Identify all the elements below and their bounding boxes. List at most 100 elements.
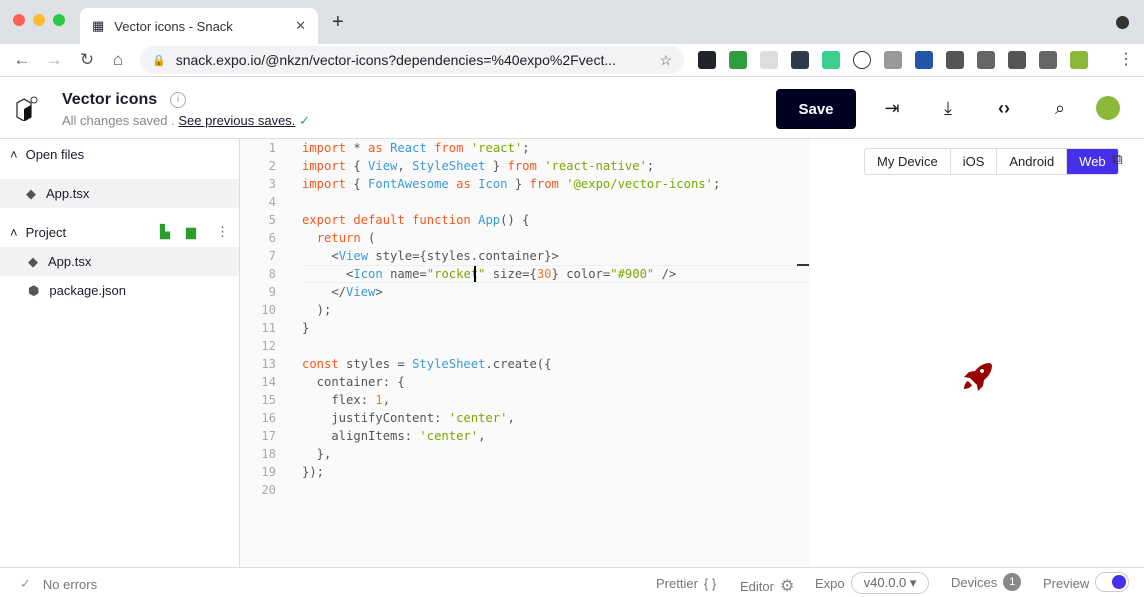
code-line: 1 import * as React from 'react'; <box>240 139 810 157</box>
code-token: } color= <box>551 267 611 281</box>
address-bar[interactable]: 🔒 snack.expo.io/@nkzn/vector-icons?depen… <box>140 46 684 74</box>
code-text: const styles = StyleSheet.create({ <box>302 355 551 373</box>
snack-logo-icon <box>16 96 38 121</box>
browser-tab[interactable]: ▦ Vector icons - Snack ✕ <box>80 8 318 44</box>
devices-button[interactable]: Devices 1 <box>951 573 1022 591</box>
save-button[interactable]: Save <box>776 89 856 129</box>
code-text: <View style={styles.container}> <box>302 247 558 265</box>
open-external-icon[interactable]: ⧉ <box>1112 151 1123 168</box>
code-token: 'center' <box>419 429 479 443</box>
url-text[interactable]: snack.expo.io/@nkzn/vector-icons?depende… <box>176 52 650 68</box>
notion-extension-icon[interactable] <box>822 51 840 69</box>
code-token: View <box>346 285 376 299</box>
a-ext-extension-icon[interactable] <box>853 51 871 69</box>
code-text: import { View, StyleSheet } from 'react-… <box>302 157 654 175</box>
line-number: 19 <box>261 465 276 479</box>
grammarly-extension-icon[interactable] <box>791 51 809 69</box>
code-token: , <box>382 393 391 407</box>
editor-settings-button[interactable]: Editor ⚙ <box>740 576 794 596</box>
extensions-extension-icon[interactable] <box>1008 51 1026 69</box>
forward-icon[interactable]: → <box>44 50 64 70</box>
profile-extension-icon[interactable] <box>1070 51 1088 69</box>
code-editor[interactable]: 1 import * as React from 'react'; 2 import … <box>240 139 810 567</box>
new-tab-icon[interactable]: + <box>332 11 344 34</box>
close-window-button[interactable] <box>13 14 25 26</box>
bookmark-star-icon[interactable]: ☆ <box>659 52 672 69</box>
circle-ext-extension-icon[interactable] <box>760 51 778 69</box>
line-number: 14 <box>261 375 276 389</box>
code-icon[interactable]: ‹› <box>992 98 1016 119</box>
code-token: }, <box>302 447 332 461</box>
code-token: "#900" <box>610 267 655 281</box>
search-icon[interactable]: ⌕ <box>1048 98 1072 119</box>
prettier-button[interactable]: Prettier { } <box>656 576 716 591</box>
more-options-icon[interactable]: ⋮ <box>216 224 229 240</box>
reload-icon[interactable]: ↻ <box>77 50 97 70</box>
device-tab-android[interactable]: Android <box>997 149 1068 174</box>
errors-status[interactable]: ✓ No errors <box>20 576 97 592</box>
code-text: }, <box>302 445 332 463</box>
back-icon[interactable]: ← <box>12 50 32 70</box>
media-control-extension-icon[interactable] <box>1039 51 1057 69</box>
new-folder-icon[interactable]: ▆ <box>186 224 196 240</box>
device-tab-ios[interactable]: iOS <box>951 149 998 174</box>
open-file-item[interactable]: ◆ App.tsx <box>0 179 239 208</box>
tab-search-icon[interactable] <box>1116 16 1129 29</box>
code-token: View <box>338 249 369 263</box>
code-token: StyleSheet <box>412 357 486 371</box>
browser-menu-icon[interactable]: ⋮ <box>1118 49 1134 69</box>
box-ext-extension-icon[interactable] <box>946 51 964 69</box>
info-icon[interactable]: i <box>170 92 186 108</box>
react-devtools-extension-icon[interactable] <box>698 51 716 69</box>
vue-devtools-extension-icon[interactable] <box>884 51 902 69</box>
home-icon[interactable]: ⌂ <box>108 50 128 70</box>
gear-icon: ⚙ <box>779 578 795 595</box>
line-number: 7 <box>268 249 276 263</box>
code-line: 4 <box>240 193 810 211</box>
d-ext-extension-icon[interactable] <box>977 51 995 69</box>
minimize-window-button[interactable] <box>33 14 45 26</box>
code-token: "rocket" <box>426 267 486 281</box>
project-title[interactable]: Vector icons <box>62 91 157 109</box>
code-token: ; <box>712 177 721 191</box>
code-line: 9 </View> <box>240 283 810 301</box>
expo-version: Expo v40.0.0 ▾ <box>815 572 930 594</box>
code-token: from <box>434 141 464 155</box>
rabbit-ext-extension-icon[interactable] <box>915 51 933 69</box>
check-icon: ✓ <box>299 113 310 128</box>
avatar[interactable] <box>1096 96 1120 120</box>
project-file-item[interactable]: ⬢ package.json <box>0 276 239 305</box>
code-token: justifyContent: <box>302 411 449 425</box>
embed-login-icon[interactable]: ⇥ <box>880 98 904 119</box>
preview-toggle[interactable] <box>1095 572 1130 592</box>
text-cursor <box>474 266 476 282</box>
code-line: 12 <box>240 337 810 355</box>
project-header[interactable]: ˄ Project ▙ ▆ ⋮ <box>0 217 239 247</box>
code-token: 1 <box>375 393 383 407</box>
code-token: () { <box>500 213 530 227</box>
expo-version-select[interactable]: v40.0.0 ▾ <box>850 572 930 594</box>
close-tab-icon[interactable]: ✕ <box>295 18 306 34</box>
pushbullet-extension-icon[interactable] <box>729 51 747 69</box>
code-line: 19}); <box>240 463 810 481</box>
code-token: import <box>302 159 347 173</box>
previous-saves-link[interactable]: See previous saves. <box>178 113 295 128</box>
line-number: 9 <box>268 285 276 299</box>
device-count-badge: 1 <box>1003 573 1022 591</box>
device-tab-web[interactable]: Web <box>1067 149 1118 174</box>
braces-icon: { } <box>703 576 717 591</box>
code-token: }); <box>302 465 325 479</box>
tsx-file-icon: ◆ <box>26 185 36 201</box>
project-label: Project <box>25 224 67 240</box>
code-token: 30 <box>536 267 552 281</box>
tab-title: Vector icons - Snack <box>114 18 233 34</box>
project-file-item[interactable]: ◆ App.tsx <box>0 247 239 276</box>
download-icon[interactable]: ⤓ <box>936 98 960 119</box>
open-files-header[interactable]: ˄ Open files <box>0 139 239 169</box>
code-text: return ( <box>302 229 376 247</box>
line-number: 2 <box>268 159 276 173</box>
device-tab-my-device[interactable]: My Device <box>865 149 951 174</box>
maximize-window-button[interactable] <box>53 14 65 26</box>
new-file-icon[interactable]: ▙ <box>160 224 170 240</box>
